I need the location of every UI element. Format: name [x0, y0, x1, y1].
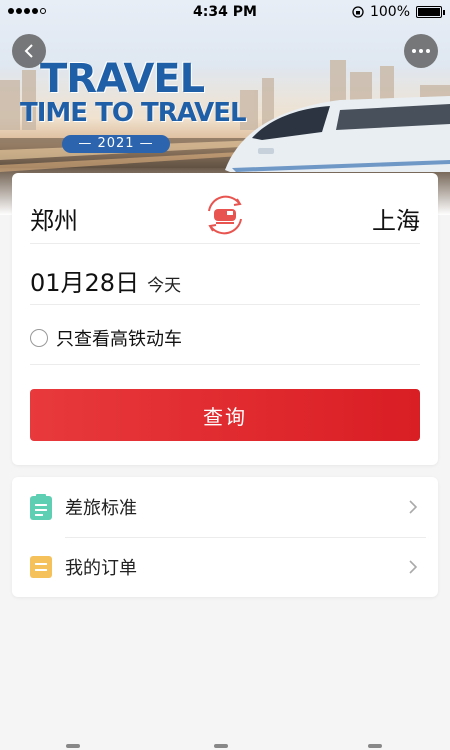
date-selector[interactable]: 01月28日 今天 — [30, 263, 181, 298]
date-relative: 今天 — [147, 276, 182, 296]
bottom-tab-bar-hint — [0, 742, 450, 750]
filter-label: 只查看高铁动车 — [56, 329, 182, 350]
rotation-lock-icon — [352, 6, 364, 18]
departure-city[interactable]: 郑州 — [30, 201, 78, 236]
menu-label: 我的订单 — [65, 558, 137, 579]
battery-icon — [416, 6, 445, 18]
train-search-card: 郑州 上海 01月28日 今天 只查看高铁动车 查询 — [12, 173, 438, 465]
filter-radio[interactable] — [30, 329, 48, 347]
chevron-right-icon — [409, 500, 418, 514]
train-swap-icon[interactable] — [201, 191, 249, 239]
battery-percent: 100% — [369, 4, 410, 20]
back-button[interactable] — [12, 34, 46, 68]
document-icon — [30, 494, 52, 520]
more-button[interactable] — [404, 34, 438, 68]
banner-year: — 2021 — — [62, 135, 170, 153]
banner-subtitle: TIME TO TRAVEL — [20, 98, 247, 128]
high-speed-filter[interactable]: 只查看高铁动车 — [30, 325, 182, 351]
search-button[interactable]: 查询 — [30, 389, 420, 441]
menu-item-travel-policy[interactable]: 差旅标准 — [12, 477, 438, 537]
menu-label: 差旅标准 — [65, 498, 137, 519]
divider — [30, 243, 420, 244]
chevron-right-icon — [409, 560, 418, 574]
chevron-left-icon — [24, 44, 33, 58]
date-value: 01月28日 — [30, 269, 140, 297]
order-icon — [30, 556, 52, 578]
status-bar: 4:34 PM 100% — [0, 0, 450, 24]
more-dots-icon — [412, 49, 430, 53]
route-row: 郑州 上海 — [30, 195, 420, 235]
divider — [30, 304, 420, 305]
divider — [30, 364, 420, 365]
menu-item-my-orders[interactable]: 我的订单 — [12, 537, 438, 597]
menu-card: 差旅标准 我的订单 — [12, 477, 438, 597]
banner-title: TRAVEL — [40, 56, 205, 102]
arrival-city[interactable]: 上海 — [372, 201, 420, 236]
